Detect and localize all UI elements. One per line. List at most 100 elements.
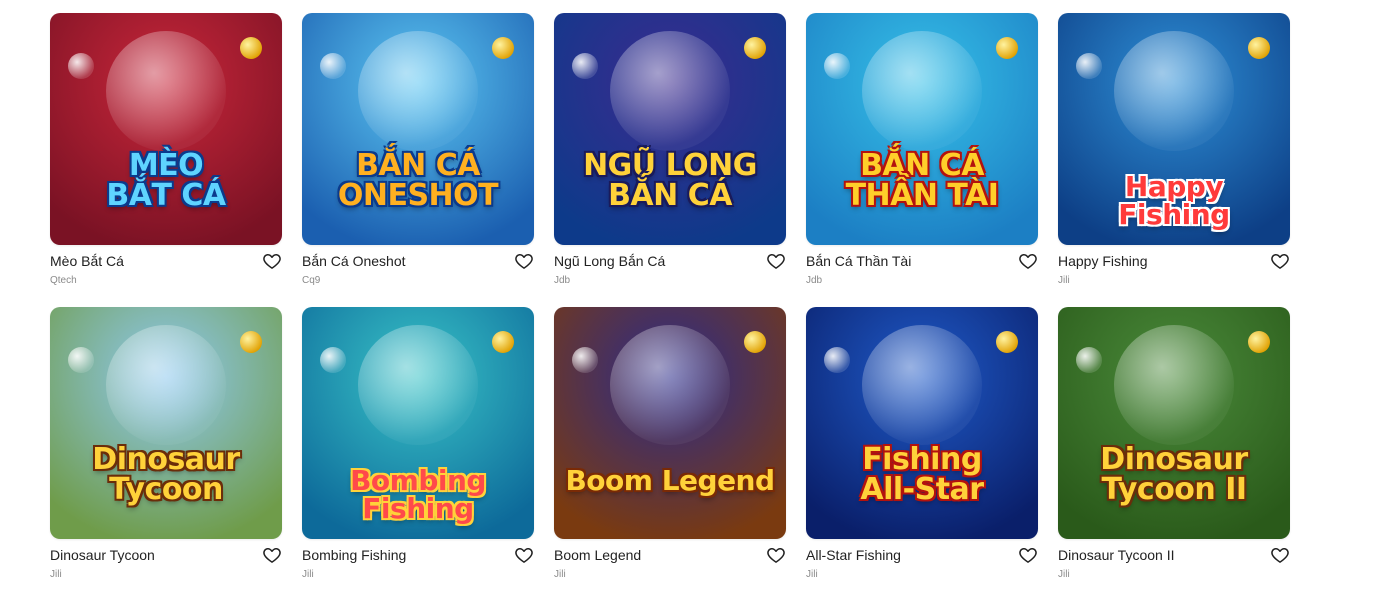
game-card[interactable]: BẮN CÁ ONESHOT Bắn Cá Oneshot Cq9	[302, 13, 534, 307]
game-meta: Bắn Cá Thần Tài Jdb	[806, 245, 1038, 307]
art-coin-shape	[744, 37, 766, 59]
art-title-line: BẮN CÁ	[608, 178, 732, 213]
game-provider: Jili	[1058, 275, 1070, 286]
game-provider: Qtech	[50, 275, 77, 286]
game-title[interactable]: All-Star Fishing	[806, 547, 901, 563]
game-card[interactable]: Boom Legend Boom Legend Jili	[554, 307, 786, 601]
game-card[interactable]: Happy Fishing Happy Fishing Jili	[1058, 13, 1290, 307]
favorite-heart-icon[interactable]	[514, 251, 534, 271]
art-title-lettering: Happy Fishing	[1058, 173, 1290, 229]
game-thumbnail[interactable]: Dinosaur Tycoon	[50, 307, 282, 539]
game-meta: Boom Legend Jili	[554, 539, 786, 601]
game-title[interactable]: Mèo Bắt Cá	[50, 253, 124, 269]
art-title-lettering: Fishing All-Star	[806, 445, 1038, 505]
game-meta: Bombing Fishing Jili	[302, 539, 534, 601]
game-card[interactable]: Bombing Fishing Bombing Fishing Jili	[302, 307, 534, 601]
game-thumbnail[interactable]: Happy Fishing	[1058, 13, 1290, 245]
art-title-line: Dinosaur	[92, 442, 240, 477]
favorite-heart-icon[interactable]	[1270, 251, 1290, 271]
game-provider: Jdb	[554, 275, 571, 286]
art-title-line: Boom Legend	[565, 464, 775, 497]
game-card[interactable]: Dinosaur Tycoon Dinosaur Tycoon Jili	[50, 307, 282, 601]
game-thumbnail[interactable]: Fishing All-Star	[806, 307, 1038, 539]
favorite-heart-icon[interactable]	[1018, 545, 1038, 565]
game-thumbnail[interactable]: NGŨ LONG BẮN CÁ	[554, 13, 786, 245]
art-coin-shape	[996, 331, 1018, 353]
art-title-line: Bombing Fishing	[350, 464, 486, 525]
game-thumbnail[interactable]: Dinosaur Tycoon II	[1058, 307, 1290, 539]
art-coin-shape	[492, 331, 514, 353]
art-bubble-shape	[1076, 347, 1102, 373]
game-title[interactable]: Ngũ Long Bắn Cá	[554, 253, 665, 269]
art-bubble-shape	[1076, 53, 1102, 79]
art-bubble-shape	[68, 53, 94, 79]
art-title-line: All-Star	[860, 472, 984, 507]
art-bubble-shape	[572, 347, 598, 373]
game-card[interactable]: Dinosaur Tycoon II Dinosaur Tycoon II Jil…	[1058, 307, 1290, 601]
game-card[interactable]: Fishing All-Star All-Star Fishing Jili	[806, 307, 1038, 601]
art-title-line: Happy Fishing	[1118, 170, 1230, 231]
art-coin-shape	[1248, 37, 1270, 59]
art-character-shape	[862, 325, 982, 445]
favorite-heart-icon[interactable]	[514, 545, 534, 565]
art-coin-shape	[492, 37, 514, 59]
game-thumbnail[interactable]: Boom Legend	[554, 307, 786, 539]
art-title-lettering: Boom Legend	[554, 467, 786, 495]
art-bubble-shape	[68, 347, 94, 373]
art-title-line: BẮN CÁ	[356, 148, 480, 183]
game-provider: Jili	[50, 569, 62, 580]
art-character-shape	[358, 325, 478, 445]
game-title[interactable]: Bombing Fishing	[302, 547, 406, 563]
art-title-lettering: Dinosaur Tycoon	[50, 445, 282, 505]
art-coin-shape	[744, 331, 766, 353]
art-bubble-shape	[572, 53, 598, 79]
game-title[interactable]: Happy Fishing	[1058, 253, 1148, 269]
art-title-lettering: Bombing Fishing	[302, 467, 534, 523]
favorite-heart-icon[interactable]	[766, 545, 786, 565]
game-title[interactable]: Boom Legend	[554, 547, 641, 563]
art-coin-shape	[1248, 331, 1270, 353]
art-character-shape	[610, 31, 730, 151]
art-title-line: BẮT CÁ	[106, 178, 226, 213]
game-provider: Jili	[806, 569, 818, 580]
art-title-line: Fishing	[862, 442, 982, 477]
game-title[interactable]: Dinosaur Tycoon II	[1058, 547, 1174, 563]
game-thumbnail[interactable]: Bombing Fishing	[302, 307, 534, 539]
art-bubble-shape	[824, 347, 850, 373]
game-title[interactable]: Dinosaur Tycoon	[50, 547, 155, 563]
art-title-lettering: Dinosaur Tycoon II	[1058, 445, 1290, 505]
game-card[interactable]: BẮN CÁ THẦN TÀI Bắn Cá Thần Tài Jdb	[806, 13, 1038, 307]
art-bubble-shape	[824, 53, 850, 79]
art-title-lettering: MÈO BẮT CÁ	[50, 151, 282, 211]
art-character-shape	[106, 31, 226, 151]
favorite-heart-icon[interactable]	[1270, 545, 1290, 565]
art-title-line: MÈO	[128, 148, 204, 183]
art-bubble-shape	[320, 53, 346, 79]
game-card[interactable]: NGŨ LONG BẮN CÁ Ngũ Long Bắn Cá Jdb	[554, 13, 786, 307]
art-character-shape	[862, 31, 982, 151]
game-meta: Dinosaur Tycoon II Jili	[1058, 539, 1290, 601]
favorite-heart-icon[interactable]	[766, 251, 786, 271]
art-character-shape	[1114, 325, 1234, 445]
favorite-heart-icon[interactable]	[262, 545, 282, 565]
game-card[interactable]: MÈO BẮT CÁ Mèo Bắt Cá Qtech	[50, 13, 282, 307]
favorite-heart-icon[interactable]	[1018, 251, 1038, 271]
art-title-line: Dinosaur	[1100, 442, 1248, 477]
game-thumbnail[interactable]: BẮN CÁ THẦN TÀI	[806, 13, 1038, 245]
favorite-heart-icon[interactable]	[262, 251, 282, 271]
art-title-line: BẮN CÁ	[860, 148, 984, 183]
game-title[interactable]: Bắn Cá Oneshot	[302, 253, 406, 269]
game-grid: MÈO BẮT CÁ Mèo Bắt Cá Qtech BẮN CÁ ONESHOT…	[50, 13, 1290, 601]
game-meta: All-Star Fishing Jili	[806, 539, 1038, 601]
game-provider: Jili	[554, 569, 566, 580]
game-meta: Bắn Cá Oneshot Cq9	[302, 245, 534, 307]
game-thumbnail[interactable]: MÈO BẮT CÁ	[50, 13, 282, 245]
game-title[interactable]: Bắn Cá Thần Tài	[806, 253, 911, 269]
art-title-lettering: NGŨ LONG BẮN CÁ	[554, 151, 786, 211]
art-character-shape	[106, 325, 226, 445]
art-title-line: Tycoon	[109, 472, 223, 507]
game-thumbnail[interactable]: BẮN CÁ ONESHOT	[302, 13, 534, 245]
game-meta: Ngũ Long Bắn Cá Jdb	[554, 245, 786, 307]
art-title-lettering: BẮN CÁ THẦN TÀI	[806, 151, 1038, 211]
game-provider: Jili	[1058, 569, 1070, 580]
